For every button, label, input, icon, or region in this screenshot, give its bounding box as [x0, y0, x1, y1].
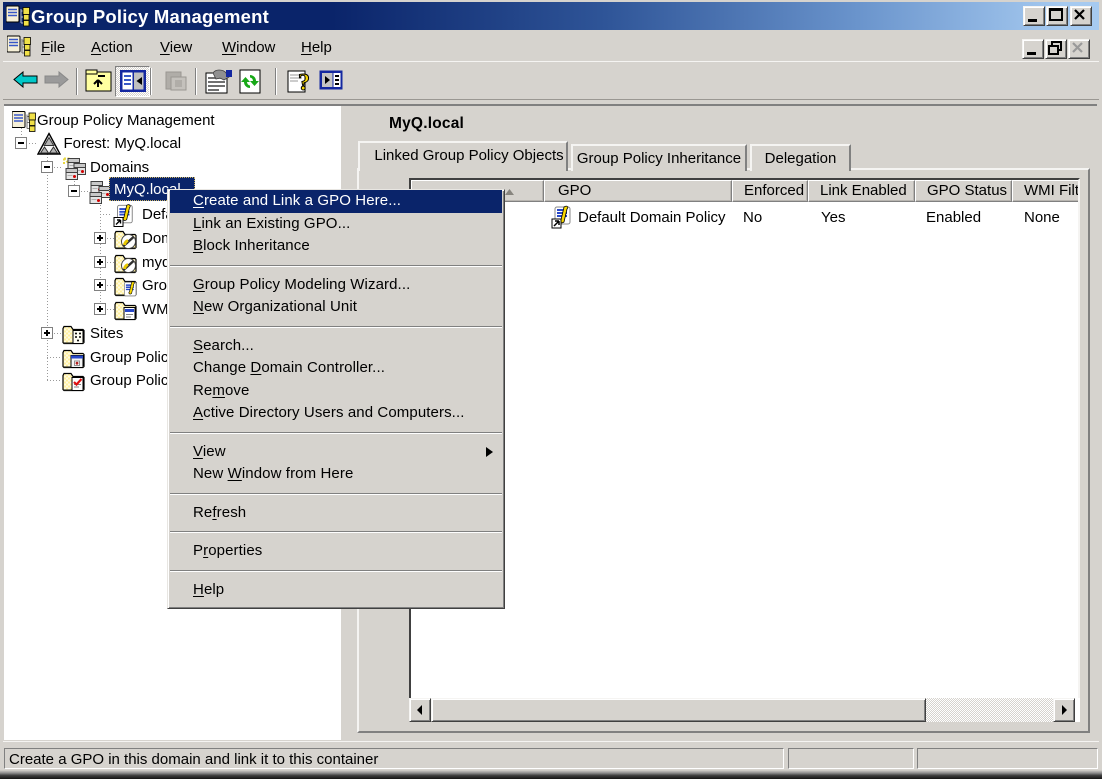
- svg-text:?: ?: [298, 70, 310, 95]
